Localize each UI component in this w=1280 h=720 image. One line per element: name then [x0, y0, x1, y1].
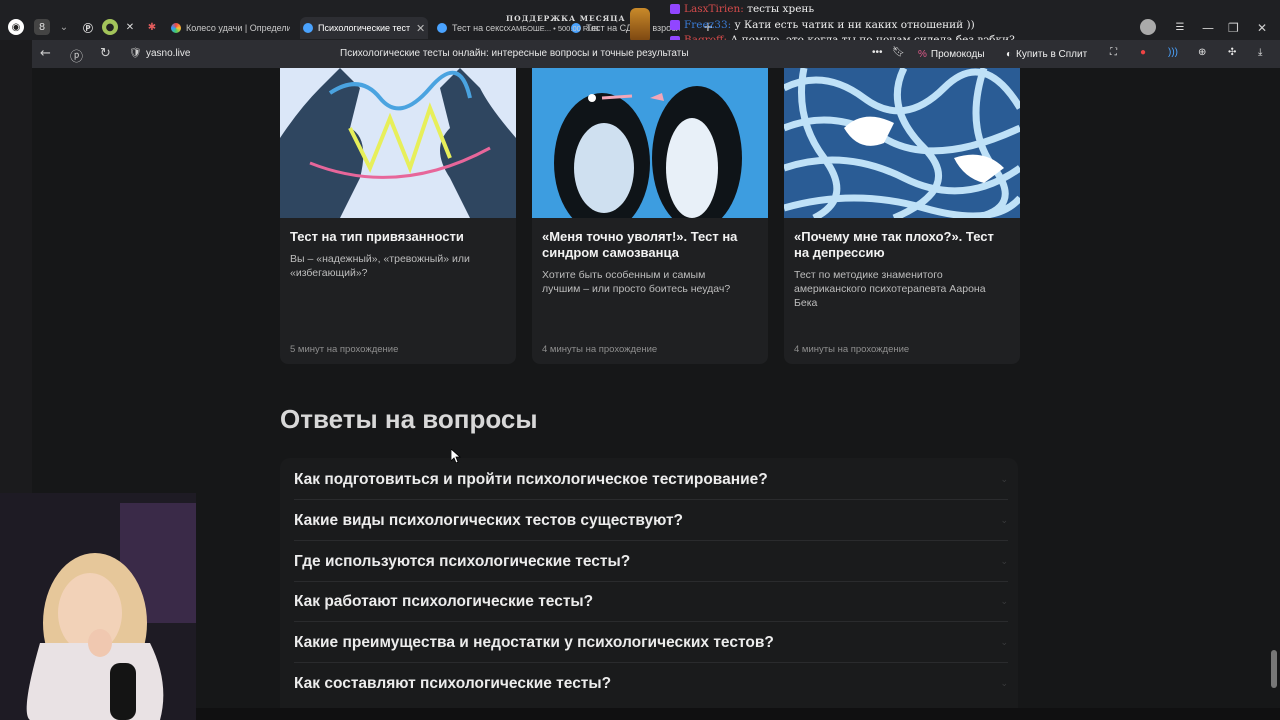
card-title: «Почему мне так плохо?». Тест на депресс…: [794, 229, 994, 260]
minimize-icon[interactable]: —: [1202, 21, 1214, 35]
pinned-tab-x-icon[interactable]: ✕: [122, 19, 138, 35]
tab-wheel[interactable]: Колесо удачи | Определи: [168, 17, 290, 39]
pinned-tab-icon[interactable]: ✱: [144, 19, 160, 35]
mouse-cursor-icon: [451, 449, 461, 463]
puzzle-icon[interactable]: ✣: [1228, 47, 1236, 58]
scrollbar[interactable]: [1268, 68, 1280, 708]
chat-username: Freez33:: [684, 19, 732, 31]
tab-label: Колесо удачи | Определи: [186, 23, 290, 33]
promo-button[interactable]: % Промокоды: [912, 44, 991, 64]
faq-item[interactable]: Какие виды психологических тестов сущест…: [294, 501, 1008, 541]
tab-list-icon[interactable]: 8: [34, 19, 50, 35]
tab-psych-tests[interactable]: Психологические тест ✕: [300, 17, 428, 39]
page-title: Психологические тесты онлайн: интересные…: [340, 48, 689, 59]
card-title: «Меня точно уволят!». Тест на синдром са…: [542, 229, 738, 260]
tab-favicon: [303, 23, 313, 33]
support-subtitle: ХАМБОШЕ... • 500.00 RUB: [506, 24, 599, 33]
chat-text: у Кати есть чатик и ни каких отношений )…: [734, 19, 975, 31]
donation-bottle-icon: [630, 8, 650, 42]
globe-icon[interactable]: ⊕: [1198, 47, 1206, 58]
faq-question: Как работают психологические тесты?: [294, 592, 594, 610]
split-label: Купить в Сплит: [1016, 48, 1088, 60]
chat-text: тесты хрень: [747, 3, 815, 15]
address-bar: ← ⓟ ↻ 🛡 yasno.live Психологические тесты…: [32, 40, 1280, 68]
faq-accordion: Как подготовиться и пройти психологическ…: [280, 458, 1018, 708]
card-description: Тест по методике знаменитого американско…: [794, 269, 986, 309]
faq-item[interactable]: Как подготовиться и пройти психологическ…: [294, 460, 1008, 500]
chevron-down-icon: ⌄: [1000, 474, 1008, 485]
maximize-icon[interactable]: ❐: [1228, 21, 1239, 35]
scrollbar-thumb[interactable]: [1271, 650, 1277, 688]
extension-icon[interactable]: ⛶: [1110, 47, 1117, 58]
chevron-down-icon: ⌄: [1000, 637, 1008, 648]
webcam-overlay: [0, 493, 196, 720]
chevron-down-icon: ⌄: [1000, 515, 1008, 526]
penguins-icon: [532, 68, 768, 218]
faq-item[interactable]: Как составляют психологические тесты? ⌄: [294, 664, 1008, 704]
split-icon: ◐: [1006, 48, 1013, 60]
tab-favicon: [171, 23, 181, 33]
back-icon[interactable]: ←: [40, 46, 51, 61]
card-description: Вы – «надежный», «тревожный» или «избега…: [290, 253, 470, 279]
tab-favicon: [437, 23, 447, 33]
chat-username: LasxTirien:: [684, 3, 744, 15]
faq-item[interactable]: Где используются психологические тесты? …: [294, 542, 1008, 582]
tab-label: Психологические тест: [318, 23, 410, 33]
chevron-down-icon: ⌄: [1000, 596, 1008, 607]
close-icon[interactable]: ✕: [416, 22, 425, 35]
test-card-depression[interactable]: «Почему мне так плохо?». Тест на депресс…: [784, 68, 1020, 364]
close-window-icon[interactable]: ✕: [1257, 21, 1267, 35]
bookmark-icon[interactable]: 🔖︎: [892, 47, 905, 58]
url-field[interactable]: yasno.live: [146, 48, 190, 59]
reload-icon[interactable]: ↻: [100, 46, 111, 61]
page-content: Тест на тип привязанности Вы – «надежный…: [32, 68, 1268, 708]
extension-icon[interactable]: ))): [1168, 47, 1178, 58]
reader-icon[interactable]: ⓟ: [70, 46, 83, 65]
browser-logo-icon[interactable]: ◉: [8, 19, 24, 35]
twitch-icon: [670, 20, 680, 30]
pinned-tab-icon[interactable]: Ⓟ: [80, 19, 96, 35]
faq-item[interactable]: Какие преимущества и недостатки у психол…: [294, 623, 1008, 663]
chevron-down-icon: ⌄: [1000, 556, 1008, 567]
card-description: Хотите быть особенным и самым лучшим – и…: [542, 269, 731, 295]
promo-label: Промокоды: [930, 48, 985, 60]
chevron-down-icon: ⌄: [1000, 679, 1008, 689]
tab-sex-test[interactable]: Тест на сексо: [434, 17, 506, 39]
percent-icon: %: [918, 48, 927, 60]
faq-heading: Ответы на вопросы: [280, 404, 538, 434]
more-icon[interactable]: •••: [872, 47, 883, 58]
faq-item[interactable]: Как работают психологические тесты? ⌄: [294, 582, 1008, 622]
test-card-attachment[interactable]: Тест на тип привязанности Вы – «надежный…: [280, 68, 516, 364]
faq-question: Как подготовиться и пройти психологическ…: [294, 470, 768, 488]
chat-message: Freez33: у Кати есть чатик и ни каких от…: [684, 19, 975, 31]
support-title: ПОДДЕРЖКА МЕСЯЦА ♡: [506, 14, 637, 23]
faq-question: Как составляют психологические тесты?: [294, 675, 612, 692]
menu-icon[interactable]: ☰: [1172, 19, 1188, 35]
faq-question: Какие виды психологических тестов сущест…: [294, 511, 684, 529]
extension-icon[interactable]: ●: [1140, 47, 1146, 58]
card-duration: 5 минут на прохождение: [290, 344, 399, 355]
tab-label: Тест на сексо: [452, 23, 506, 33]
profile-icon[interactable]: [1140, 19, 1156, 35]
card-title: Тест на тип привязанности: [290, 229, 464, 244]
pinned-tab-icon[interactable]: ●: [102, 19, 118, 35]
lock-icon: 🛡: [129, 48, 142, 59]
faq-question: Где используются психологические тесты?: [294, 552, 631, 570]
card-duration: 4 минуты на прохождение: [794, 344, 910, 355]
twitch-icon: [670, 4, 680, 14]
test-card-impostor[interactable]: «Меня точно уволят!». Тест на синдром са…: [532, 68, 768, 364]
chevron-down-icon[interactable]: ⌄: [56, 19, 72, 35]
chat-message: LasxTirien: тесты хрень: [684, 3, 814, 15]
split-button[interactable]: ◐ Купить в Сплит: [1000, 44, 1093, 64]
card-duration: 4 минуты на прохождение: [542, 344, 658, 355]
download-icon[interactable]: ⤓: [1258, 47, 1262, 58]
faq-question: Какие преимущества и недостатки у психол…: [294, 633, 774, 651]
hands-icon: [280, 68, 516, 218]
tangle-icon: [784, 68, 1020, 218]
